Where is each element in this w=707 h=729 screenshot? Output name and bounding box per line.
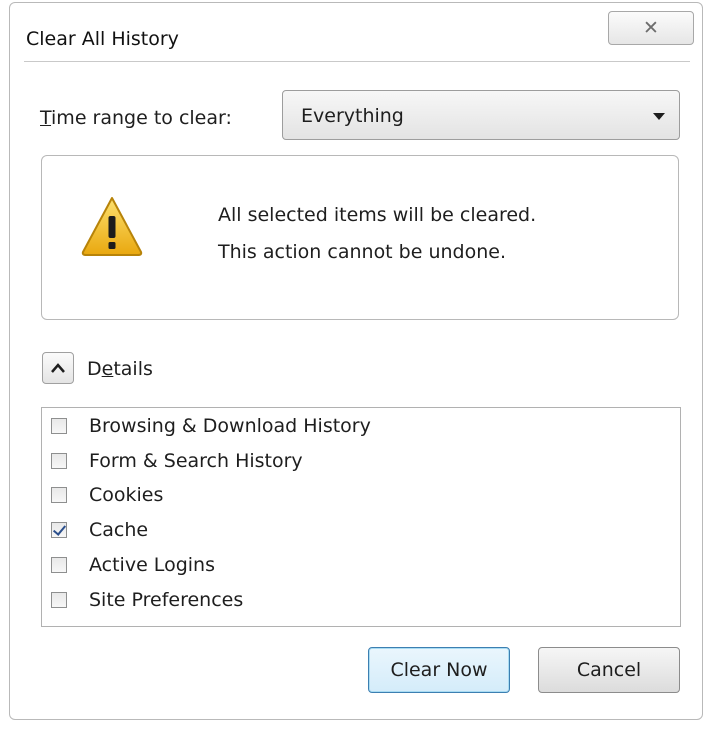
cancel-button[interactable]: Cancel <box>538 647 680 693</box>
list-item[interactable]: Form & Search History <box>51 446 303 476</box>
chevron-down-icon <box>653 113 665 120</box>
details-toggle-button[interactable] <box>42 352 74 384</box>
warning-panel: All selected items will be cleared. This… <box>41 155 679 320</box>
list-item[interactable]: Browsing & Download History <box>51 411 371 441</box>
details-label-start: D <box>87 358 102 380</box>
checkbox-active-logins[interactable] <box>51 557 67 573</box>
history-items-list: Browsing & Download History Form & Searc… <box>41 407 681 627</box>
time-range-label-access-key: T <box>40 107 52 129</box>
list-item[interactable]: Cookies <box>51 480 163 510</box>
warning-triangle-icon <box>81 197 143 256</box>
list-item[interactable]: Active Logins <box>51 550 215 580</box>
list-item-label: Browsing & Download History <box>89 415 371 437</box>
chevron-up-icon <box>51 363 65 373</box>
dialog-content: Time range to clear: Everything All sele… <box>24 61 690 712</box>
list-item-label: Site Preferences <box>89 589 244 611</box>
details-label-rest: tails <box>113 358 153 380</box>
time-range-label-rest: ime range to clear: <box>51 107 232 129</box>
checkbox-form-search-history[interactable] <box>51 453 67 469</box>
details-label[interactable]: Details <box>87 357 153 381</box>
list-item-label: Cookies <box>89 484 164 506</box>
checkbox-cookies[interactable] <box>51 487 67 503</box>
dialog-title: Clear All History <box>26 28 179 50</box>
warning-line-1: All selected items will be cleared. <box>218 204 537 226</box>
title-bar: Clear All History ✕ <box>10 3 702 57</box>
list-item[interactable]: Site Preferences <box>51 585 243 615</box>
warning-line-2: This action cannot be undone. <box>218 241 507 263</box>
time-range-label: Time range to clear: <box>40 106 232 130</box>
time-range-value: Everything <box>301 105 404 127</box>
checkbox-cache[interactable] <box>51 522 67 538</box>
list-item-label: Cache <box>89 519 149 541</box>
list-item[interactable]: Cache <box>51 515 148 545</box>
close-icon: ✕ <box>643 17 659 39</box>
close-button[interactable]: ✕ <box>608 11 694 45</box>
checkbox-site-preferences[interactable] <box>51 592 67 608</box>
clear-now-button[interactable]: Clear Now <box>368 647 510 693</box>
details-label-access-key: e <box>101 358 114 380</box>
clear-history-dialog: Clear All History ✕ Time range to clear:… <box>9 2 703 720</box>
list-item-label: Form & Search History <box>89 450 303 472</box>
time-range-select[interactable]: Everything <box>282 90 680 140</box>
checkbox-browsing-history[interactable] <box>51 418 67 434</box>
list-item-label: Active Logins <box>89 554 215 576</box>
